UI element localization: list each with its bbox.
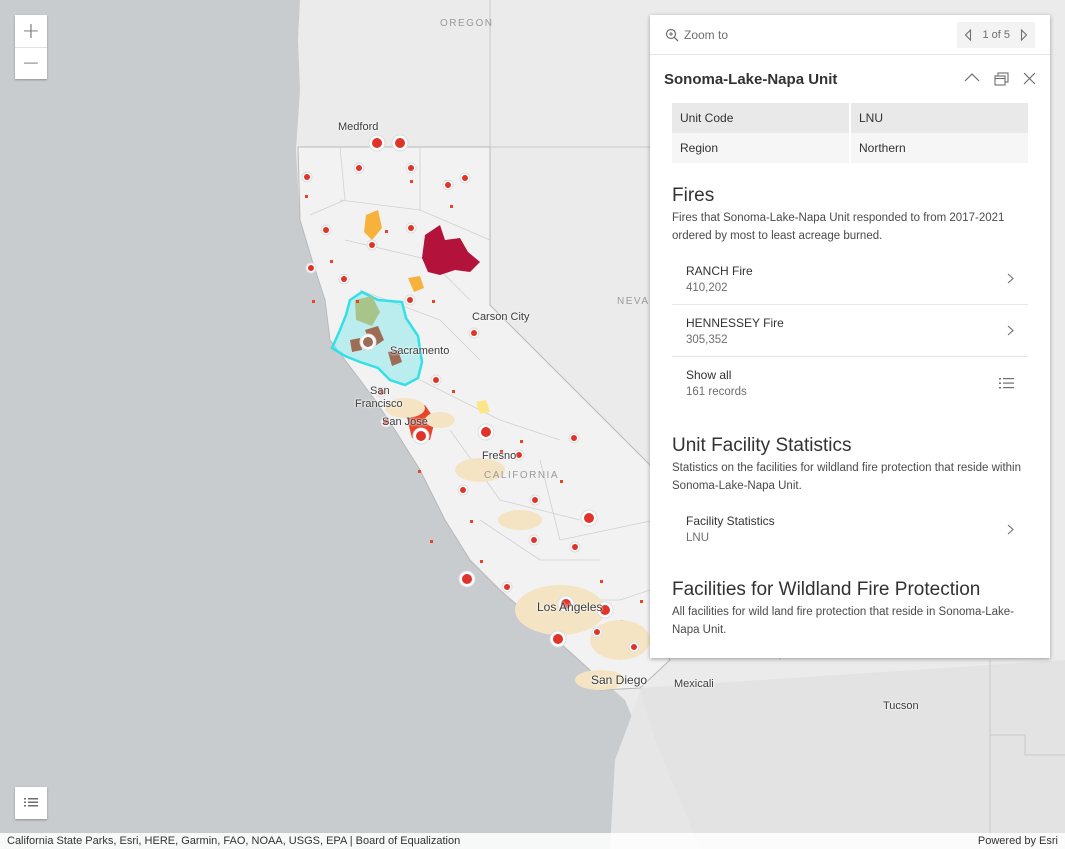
list-item[interactable]: HENNESSEY Fire 305,352 — [672, 305, 1028, 357]
powered-by-esri[interactable]: Powered by Esri — [978, 835, 1058, 847]
label-san-francisco-1: San — [370, 385, 390, 397]
label-tucson: Tucson — [883, 700, 919, 712]
popup-title: Sonoma-Lake-Napa Unit — [664, 70, 838, 88]
feature-pager: 1 of 5 — [957, 21, 1035, 48]
label-medford: Medford — [338, 121, 379, 133]
label-oregon: OREGON — [440, 18, 494, 29]
attribute-value: Northern — [850, 133, 1028, 163]
fire-acreage: 410,202 — [686, 281, 728, 294]
dock-button[interactable] — [994, 72, 1009, 86]
fires-section-title: Fires — [672, 185, 715, 206]
next-feature-button[interactable] — [1013, 22, 1035, 48]
label-los-angeles: Los Angeles — [537, 600, 603, 614]
stats-name: Facility Statistics — [686, 514, 775, 528]
attribute-table: Unit Code LNU Region Northern — [672, 103, 1028, 163]
chevron-right-icon — [1007, 524, 1014, 534]
stats-section-title: Unit Facility Statistics — [672, 435, 852, 456]
label-san-jose: San Jose — [382, 416, 428, 428]
fire-acreage: 305,352 — [686, 333, 728, 346]
list-item[interactable]: RANCH Fire 410,202 — [672, 253, 1028, 305]
attribution-bar: California State Parks, Esri, HERE, Garm… — [0, 833, 1065, 849]
close-button[interactable] — [1023, 72, 1036, 86]
label-mexicali: Mexicali — [674, 678, 714, 690]
label-california: CALIFORNIA — [484, 470, 560, 481]
popup-header: Sonoma-Lake-Napa Unit — [650, 55, 1050, 103]
chevron-right-icon — [1020, 28, 1028, 41]
show-all-button[interactable]: Show all 161 records — [672, 357, 1028, 409]
attribute-row: Unit Code LNU — [672, 103, 1028, 133]
attribute-value: LNU — [850, 103, 1028, 133]
zoom-to-button[interactable]: Zoom to — [665, 28, 728, 42]
legend-button[interactable] — [15, 787, 47, 819]
label-sacramento: Sacramento — [390, 345, 450, 357]
stats-value: LNU — [686, 532, 710, 544]
stats-list: Facility Statistics LNU — [672, 503, 1028, 555]
attribute-row: Region Northern — [672, 133, 1028, 163]
zoom-to-label: Zoom to — [684, 27, 729, 42]
fire-name: HENNESSEY Fire — [686, 315, 784, 330]
attribute-label: Region — [672, 133, 851, 163]
chevron-right-icon — [1007, 273, 1014, 284]
chevron-right-icon — [1007, 325, 1014, 336]
label-fresno: Fresno — [482, 450, 517, 462]
popup-toolbar: Zoom to 1 of 5 — [650, 15, 1050, 55]
dock-icon — [994, 72, 1009, 86]
list-icon — [24, 798, 38, 807]
attribute-label: Unit Code — [672, 103, 851, 133]
label-nevada: NEVA — [617, 296, 650, 307]
facilities-section-title: Facilities for Wildland Fire Protection — [672, 579, 981, 600]
label-san-diego: San Diego — [591, 673, 648, 687]
stats-section-description: Statistics on the facilities for wildlan… — [672, 462, 1021, 492]
collapse-button[interactable] — [964, 72, 980, 86]
popup-content: Unit Code LNU Region Northern Fires Fire… — [650, 103, 1050, 639]
chevron-up-icon — [964, 73, 980, 82]
facilities-section-description: All facilities for wild land fire protec… — [672, 606, 1014, 636]
pager-count: 1 of 5 — [982, 28, 1010, 41]
chevron-left-icon — [965, 28, 972, 41]
zoom-out-button[interactable]: − — [15, 47, 47, 79]
previous-feature-button[interactable] — [957, 22, 979, 48]
fires-section-description: Fires that Sonoma-Lake-Napa Unit respond… — [672, 212, 1005, 242]
fire-name: RANCH Fire — [686, 263, 753, 278]
zoom-to-icon — [665, 28, 679, 41]
records-count: 161 records — [686, 386, 747, 398]
list-item[interactable]: Facility Statistics LNU — [672, 503, 1028, 555]
fires-list: RANCH Fire 410,202 HENNESSEY Fire 305,35… — [672, 253, 1028, 409]
zoom-controls: + − — [15, 15, 47, 79]
label-san-francisco-2: Francisco — [355, 398, 403, 410]
show-all-label: Show all — [686, 368, 732, 382]
feature-popup: Zoom to 1 of 5 Sonoma-Lake-Napa Unit Uni… — [650, 15, 1050, 658]
zoom-in-button[interactable]: + — [15, 15, 47, 47]
attribution-sources: California State Parks, Esri, HERE, Garm… — [7, 835, 461, 847]
list-icon — [999, 377, 1014, 388]
label-carson-city: Carson City — [472, 311, 530, 323]
close-icon — [1023, 72, 1036, 85]
